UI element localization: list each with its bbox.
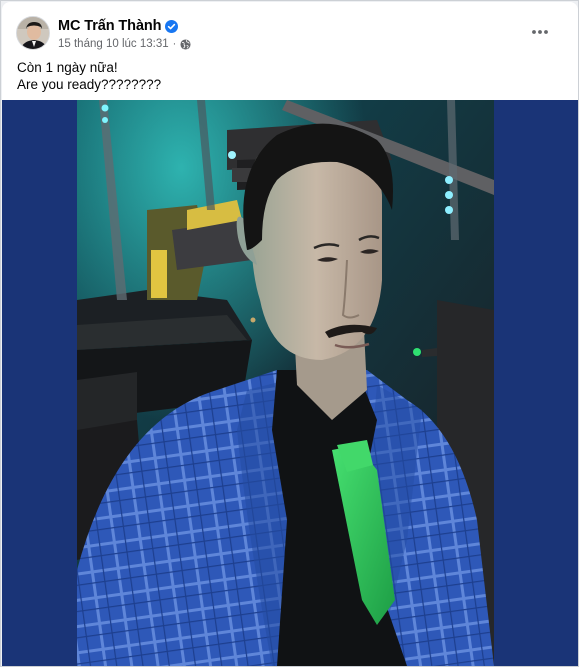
verified-badge-icon xyxy=(165,19,179,33)
more-options-button[interactable] xyxy=(526,22,554,42)
post-header: MC Trấn Thành 15 tháng 10 lúc 13:31 · xyxy=(2,2,578,58)
caption-line-2: Are you ready???????? xyxy=(17,77,162,92)
post-photo[interactable] xyxy=(77,100,494,666)
post-timestamp[interactable]: 15 tháng 10 lúc 13:31 xyxy=(58,38,169,50)
page-frame: MC Trấn Thành 15 tháng 10 lúc 13:31 · Cò… xyxy=(0,0,579,667)
meta-separator: · xyxy=(172,38,177,50)
post-media xyxy=(2,100,578,666)
author-line: MC Trấn Thành xyxy=(58,17,179,35)
post-meta: 15 tháng 10 lúc 13:31 · xyxy=(58,37,191,51)
author-name[interactable]: MC Trấn Thành xyxy=(58,18,162,34)
author-avatar[interactable] xyxy=(16,16,50,50)
more-options-icon xyxy=(532,30,548,34)
post-card: MC Trấn Thành 15 tháng 10 lúc 13:31 · Cò… xyxy=(2,2,578,666)
globe-icon[interactable] xyxy=(180,38,191,50)
post-caption: Còn 1 ngày nữa! Are you ready???????? xyxy=(17,59,557,93)
caption-line-1: Còn 1 ngày nữa! xyxy=(17,60,118,75)
selfie-photo xyxy=(77,100,494,666)
